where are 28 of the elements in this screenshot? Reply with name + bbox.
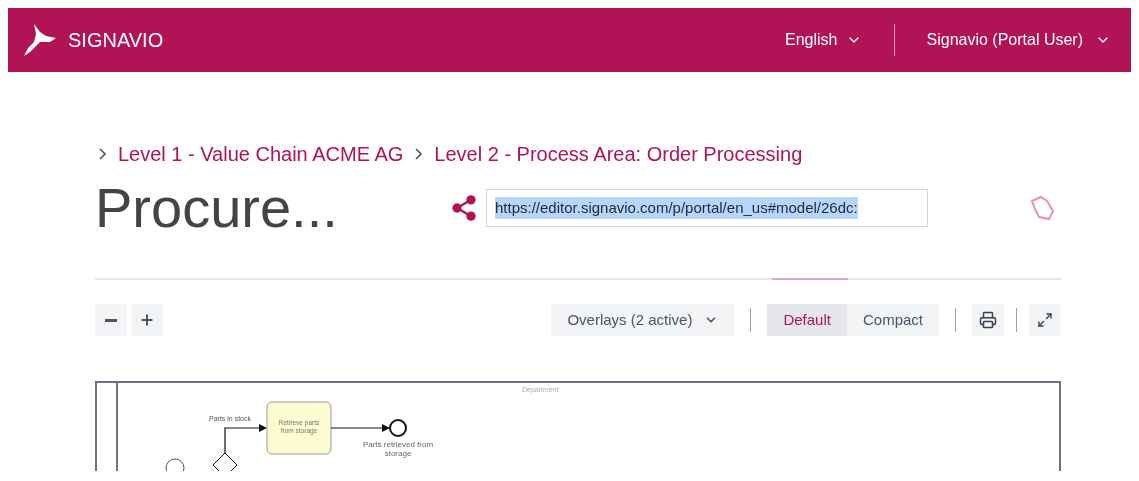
end-event[interactable] — [389, 419, 407, 437]
event-label: storage — [384, 449, 412, 458]
breadcrumb-link[interactable]: Level 1 - Value Chain ACME AG — [118, 140, 404, 168]
gateway[interactable] — [212, 452, 238, 471]
event-label: Parts retrieved from — [362, 440, 434, 449]
overlays-dropdown[interactable]: Overlays (2 active) — [551, 304, 735, 336]
user-menu[interactable]: Signavio (Portal User) — [926, 28, 1111, 52]
expand-icon — [1037, 312, 1053, 328]
print-button[interactable] — [972, 304, 1004, 336]
page-title: Procure... — [95, 180, 339, 236]
minus-icon — [105, 318, 117, 322]
brand-name: SIGNAVIO — [68, 28, 164, 53]
print-icon — [979, 311, 997, 329]
fullscreen-button[interactable] — [1029, 304, 1061, 336]
sequence-flow — [330, 424, 390, 432]
zoom-out-button[interactable] — [95, 304, 127, 336]
start-event[interactable] — [165, 458, 185, 471]
zoom-in-button[interactable] — [131, 304, 163, 336]
view-toggle[interactable]: Compact — [846, 304, 939, 336]
url-field[interactable]: https://editor.signavio.com/p/portal/en_us#model/26dc: — [486, 189, 928, 227]
view-toggle[interactable]: Default — [767, 304, 847, 336]
chevron-right-icon — [99, 148, 106, 160]
chevron-right-icon — [415, 148, 423, 160]
breadcrumb-link[interactable]: Level 2 - Process Area: Order Processing — [434, 140, 803, 168]
sequence-flow — [224, 424, 267, 454]
language-menu[interactable]: English — [785, 28, 862, 52]
plus-icon — [139, 312, 155, 328]
share-icon — [450, 194, 478, 222]
